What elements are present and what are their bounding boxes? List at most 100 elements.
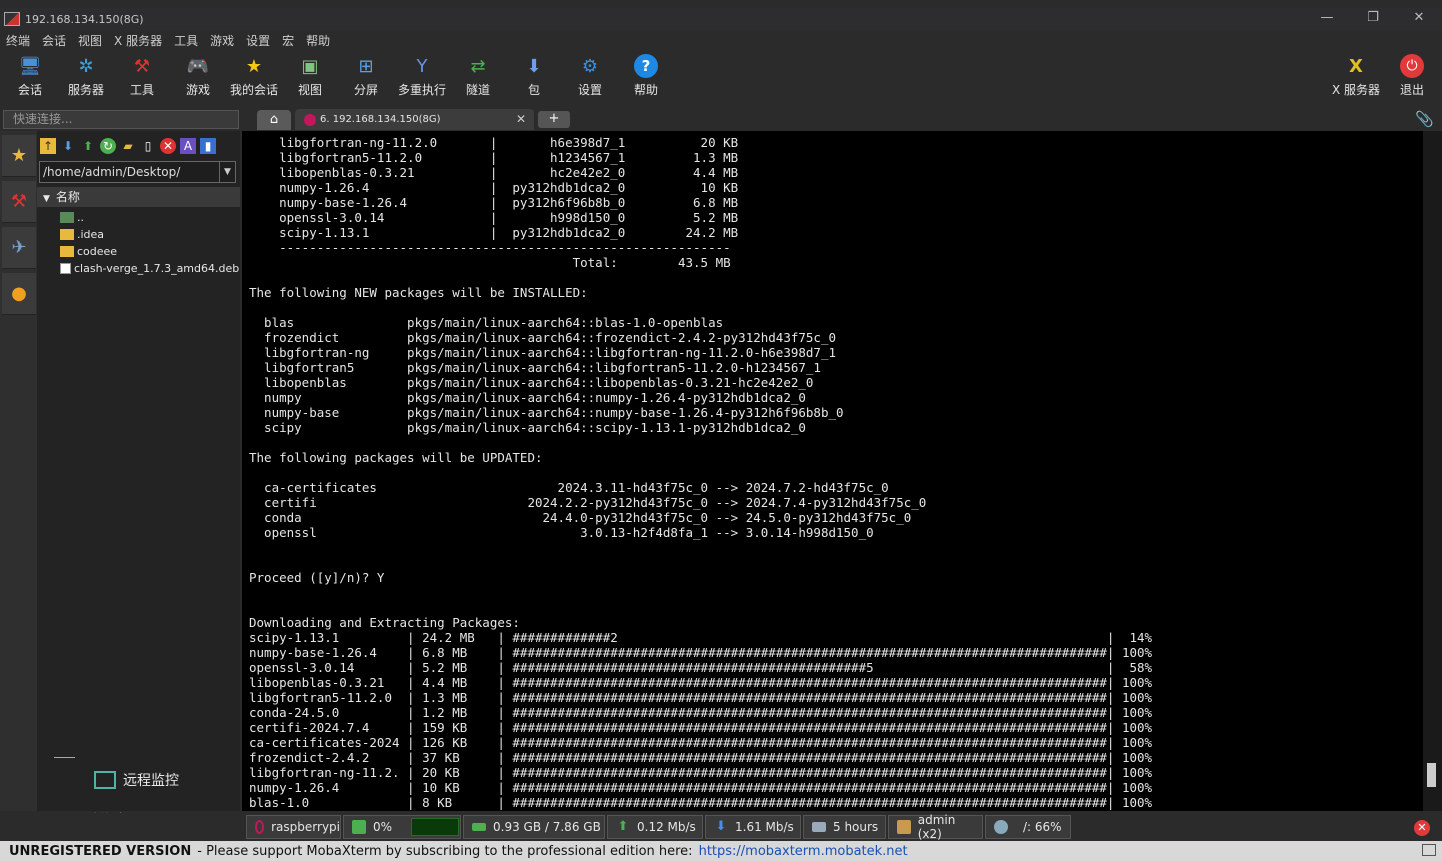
toolbar-packages-button[interactable]: ⬇ 包	[506, 54, 562, 98]
terminal-scrollbar[interactable]	[1423, 131, 1442, 811]
app-icon	[4, 12, 20, 26]
toolbar-view-button[interactable]: ▣ 视图	[282, 54, 338, 98]
file-item-deb[interactable]: clash-verge_1.7.3_amd64.deb	[37, 260, 240, 277]
mobaxterm-link[interactable]: https://mobaxterm.mobatek.net	[699, 844, 908, 859]
status-upload: ⬆ 0.12 Mb/s	[607, 815, 703, 839]
raspberry-icon	[304, 114, 316, 126]
home-tab[interactable]: ⌂	[257, 110, 291, 130]
remote-monitoring-button[interactable]: 远程监控	[94, 770, 179, 790]
delete-icon[interactable]: ✕	[160, 138, 176, 154]
new-folder-icon[interactable]: ▰	[120, 138, 136, 154]
settings-panel-icon[interactable]: ▮	[200, 138, 216, 154]
toolbar-tools-button[interactable]: ⚒ 工具	[114, 54, 170, 98]
toolbar-session-button[interactable]: 🖥 会话	[2, 54, 58, 98]
status-user: admin (x2)	[888, 813, 983, 841]
menu-view[interactable]: 视图	[78, 32, 102, 49]
parent-folder-icon[interactable]: ↑	[40, 138, 56, 154]
toolbar-tunnel-button[interactable]: ⇄ 隧道	[450, 54, 506, 98]
quick-connect-input[interactable]: 快速连接...	[3, 110, 239, 129]
file-item-codeee[interactable]: codeee	[37, 243, 240, 260]
tab-session[interactable]: 6. 192.168.134.150(8G) ✕	[295, 109, 534, 130]
close-button[interactable]: ✕	[1396, 8, 1442, 30]
status-disk: /: 66%	[985, 815, 1071, 839]
uptime-icon	[812, 822, 826, 832]
status-bar: raspberrypi 0% 0.93 GB / 7.86 GB ⬆ 0.12 …	[0, 813, 1442, 841]
column-header-name[interactable]: ▼ 名称	[37, 187, 240, 207]
download-speed-icon: ⬇	[715, 819, 727, 834]
toolbar-my-sessions-button[interactable]: ★ 我的会话	[226, 54, 282, 98]
toolbar-xserver-button[interactable]: X X 服务器	[1328, 54, 1384, 98]
split-icon: ⊞	[358, 55, 374, 77]
maximize-button[interactable]: ❐	[1350, 8, 1396, 30]
sftp-toolbar: ↑ ⬇ ⬆ ↻ ▰ ▯ ✕ A ▮	[37, 131, 240, 161]
upload-speed-icon: ⬆	[617, 819, 629, 834]
rename-icon[interactable]: A	[180, 138, 196, 154]
scrollbar-thumb[interactable]	[1427, 763, 1436, 787]
terminal-output: libgfortran-ng-11.2.0 | h6e398d7_1 20 KB…	[249, 135, 1153, 810]
file-item-parent[interactable]: ..	[37, 209, 240, 226]
toolbar-games-button[interactable]: 🎮 游戏	[170, 54, 226, 98]
menu-help[interactable]: 帮助	[306, 32, 330, 49]
menu-games[interactable]: 游戏	[210, 32, 234, 49]
banner-window-icon	[1422, 844, 1436, 856]
session-icon: 🖥	[18, 55, 42, 77]
menu-settings[interactable]: 设置	[246, 32, 270, 49]
packages-icon: ⬇	[526, 55, 542, 77]
tab-session-label: 6. 192.168.134.150(8G)	[320, 114, 441, 125]
menu-macros[interactable]: 宏	[282, 32, 294, 49]
memory-icon	[472, 823, 486, 831]
monitor-icon	[94, 771, 116, 789]
sftp-send-icon[interactable]: ✈	[2, 227, 36, 269]
menu-xserver[interactable]: X 服务器	[114, 32, 162, 49]
terminal-area[interactable]: libgfortran-ng-11.2.0 | h6e398d7_1 20 KB…	[242, 131, 1423, 811]
minimize-button[interactable]: —	[1304, 8, 1350, 30]
status-close-icon[interactable]: ✕	[1414, 820, 1430, 836]
games-icon: 🎮	[186, 55, 210, 77]
toolbar-exit-button[interactable]: ⏻ 退出	[1384, 54, 1440, 98]
xserver-icon: X	[1349, 55, 1363, 77]
toolbar-split-button[interactable]: ⊞ 分屏	[338, 54, 394, 98]
multiexec-icon: Y	[416, 55, 428, 77]
menu-tools[interactable]: 工具	[174, 32, 198, 49]
macros-icon[interactable]: ●	[2, 273, 36, 315]
toolbar-help-button[interactable]: ? 帮助	[618, 54, 674, 98]
tools-side-icon[interactable]: ⚒	[2, 181, 36, 223]
folder-icon	[60, 246, 74, 257]
upload-icon[interactable]: ⬆	[80, 138, 96, 154]
folder-icon	[60, 229, 74, 240]
star-icon: ★	[245, 55, 263, 77]
disk-icon	[994, 820, 1008, 834]
exit-icon: ⏻	[1400, 54, 1424, 78]
banner-message: - Please support MobaXterm by subscribin…	[197, 843, 693, 859]
download-icon[interactable]: ⬇	[60, 138, 76, 154]
status-download: ⬇ 1.61 Mb/s	[705, 815, 801, 839]
path-field[interactable]: /home/admin/Desktop/ ▼	[39, 161, 236, 183]
tools-icon: ⚒	[133, 55, 151, 77]
raspberry-status-icon	[255, 820, 265, 834]
menu-sessions[interactable]: 会话	[42, 32, 66, 49]
cpu-graph	[411, 818, 459, 836]
paperclip-icon[interactable]: 📎	[1415, 110, 1434, 128]
window-title: 192.168.134.150(8G)	[25, 12, 144, 26]
new-tab-button[interactable]: +	[538, 111, 570, 128]
unregistered-label: UNREGISTERED VERSION	[9, 843, 192, 859]
file-icon	[60, 263, 71, 274]
tunnel-icon: ⇄	[470, 55, 486, 77]
panel-splitter[interactable]	[54, 757, 75, 758]
left-sidebar-strip: ★ ⚒ ✈ ●	[0, 131, 37, 811]
toolbar-settings-button[interactable]: ⚙ 设置	[562, 54, 618, 98]
menu-terminal[interactable]: 终端	[6, 32, 30, 49]
cpu-icon	[352, 820, 366, 834]
sessions-star-icon[interactable]: ★	[2, 135, 36, 177]
settings-icon: ⚙	[581, 55, 599, 77]
path-dropdown-icon[interactable]: ▼	[219, 162, 235, 182]
chevron-down-icon: ▼	[43, 194, 50, 204]
toolbar-servers-button[interactable]: ✲ 服务器	[58, 54, 114, 98]
status-host: raspberrypi	[246, 815, 341, 839]
toolbar-multiexec-button[interactable]: Y 多重执行	[394, 54, 450, 98]
user-icon	[897, 820, 911, 834]
refresh-icon[interactable]: ↻	[100, 138, 116, 154]
file-item-idea[interactable]: .idea	[37, 226, 240, 243]
new-file-icon[interactable]: ▯	[140, 138, 156, 154]
tab-close-icon[interactable]: ✕	[516, 109, 526, 130]
